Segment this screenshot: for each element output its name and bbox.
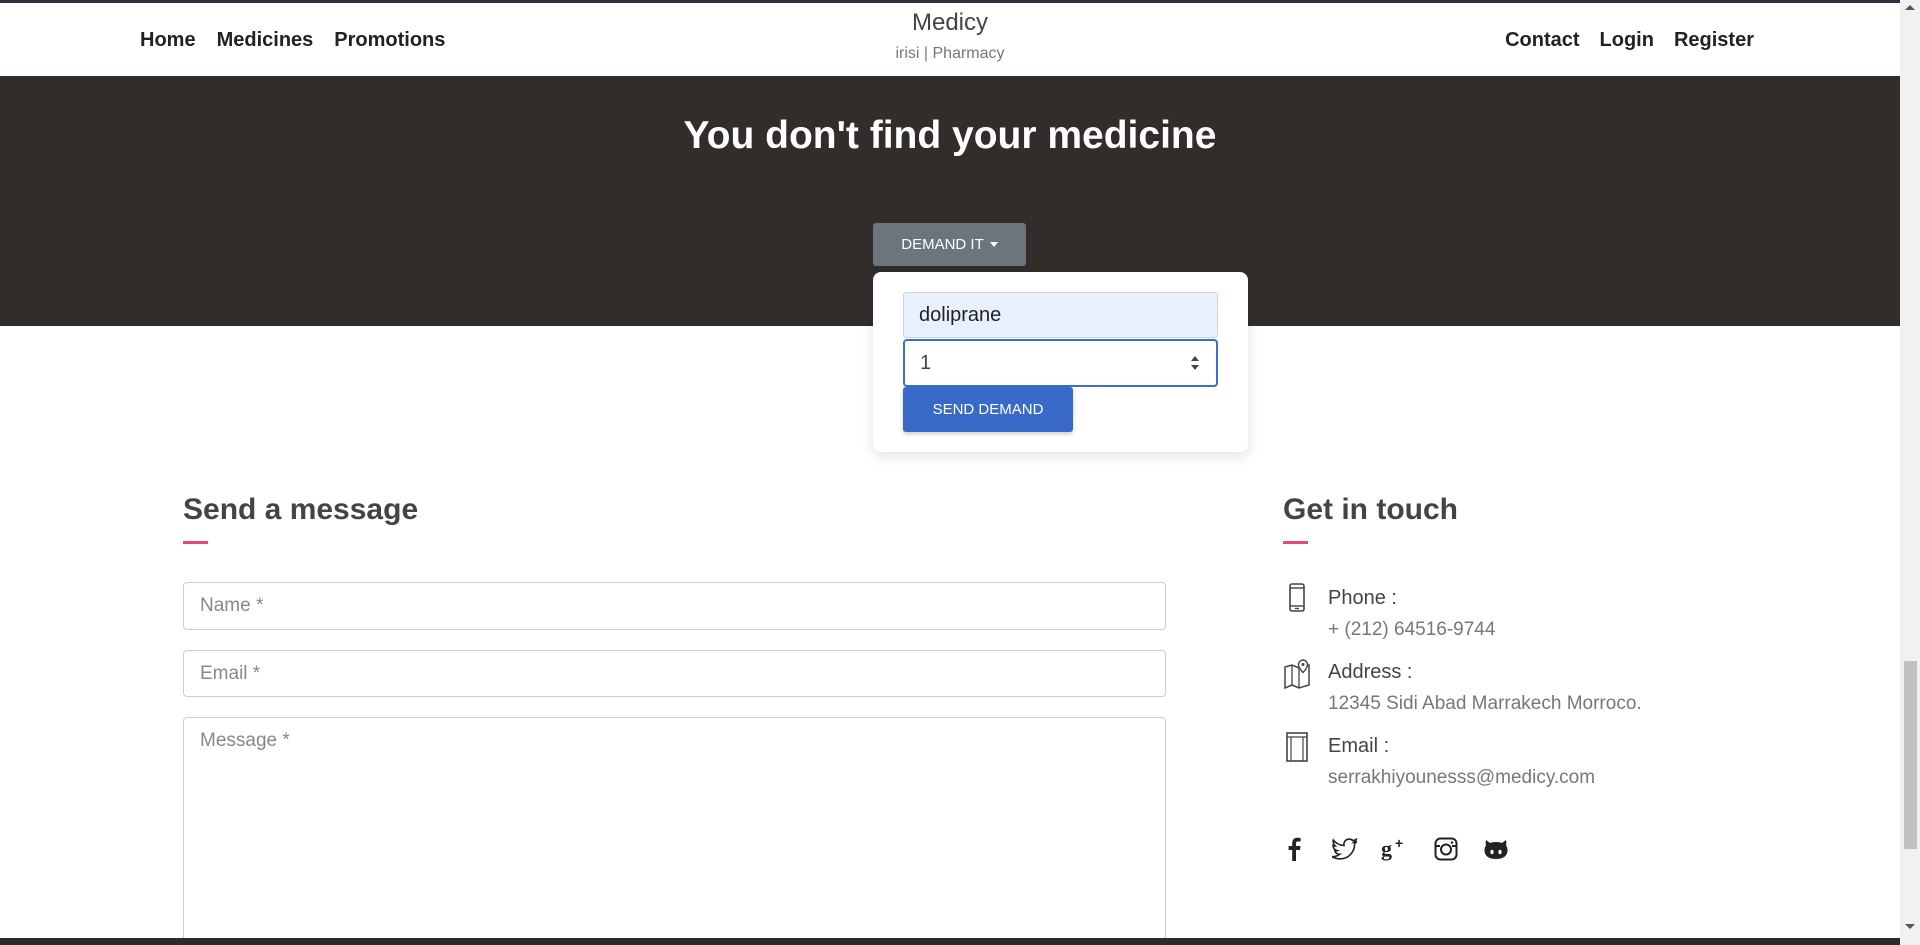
address-value: 12345 Sidi Abad Marrakech Morroco. — [1328, 693, 1642, 714]
nav-right-group: Contact Login Register — [1505, 29, 1754, 52]
scrollbar-thumb[interactable] — [1904, 661, 1917, 849]
phone-value: + (212) 64516-9744 — [1328, 619, 1496, 640]
navbar: Home Medicines Promotions Medicy irisi |… — [0, 3, 1900, 76]
nav-login-link[interactable]: Login — [1600, 29, 1654, 52]
send-message-title: Send a message — [183, 493, 419, 526]
name-input[interactable] — [183, 582, 1166, 630]
scroll-up-icon[interactable] — [1905, 5, 1915, 10]
title-accent-bar — [183, 541, 208, 544]
phone-label: Phone : — [1328, 587, 1397, 609]
medicine-name-input[interactable] — [903, 292, 1218, 338]
message-textarea[interactable] — [183, 717, 1166, 945]
google-plus-icon[interactable]: g + — [1380, 834, 1410, 864]
email-value: serrakhiyounesss@medicy.com — [1328, 767, 1596, 788]
map-pin-icon — [1284, 659, 1310, 689]
get-in-touch-title: Get in touch — [1283, 493, 1458, 526]
number-spinner-icon[interactable] — [1190, 355, 1200, 371]
quantity-input[interactable] — [905, 341, 1175, 385]
caret-down-icon — [989, 242, 998, 247]
svg-text:+: + — [1395, 836, 1403, 851]
demand-dropdown-panel: SEND DEMAND — [873, 272, 1248, 452]
twitter-icon[interactable] — [1330, 834, 1360, 864]
facebook-icon[interactable] — [1279, 834, 1309, 864]
quantity-field — [903, 339, 1218, 387]
address-label: Address : — [1328, 661, 1413, 683]
demand-it-label: DEMAND IT — [901, 236, 984, 253]
send-demand-button[interactable]: SEND DEMAND — [903, 387, 1073, 432]
page-scrollbar[interactable] — [1900, 0, 1920, 945]
hero-title: You don't find your medicine — [683, 114, 1217, 157]
svg-text:g: g — [1381, 836, 1392, 861]
instagram-icon[interactable] — [1431, 834, 1461, 864]
scroll-down-icon[interactable] — [1905, 924, 1915, 929]
nav-contact-link[interactable]: Contact — [1505, 29, 1579, 52]
nav-register-link[interactable]: Register — [1674, 29, 1754, 52]
email-icon — [1286, 732, 1308, 762]
phone-icon — [1289, 583, 1305, 612]
title-accent-bar — [1283, 541, 1308, 544]
github-icon[interactable] — [1481, 834, 1511, 864]
email-input[interactable] — [183, 650, 1166, 697]
demand-it-button[interactable]: DEMAND IT — [873, 223, 1026, 266]
bottom-border — [0, 938, 1900, 945]
email-label: Email : — [1328, 735, 1390, 757]
